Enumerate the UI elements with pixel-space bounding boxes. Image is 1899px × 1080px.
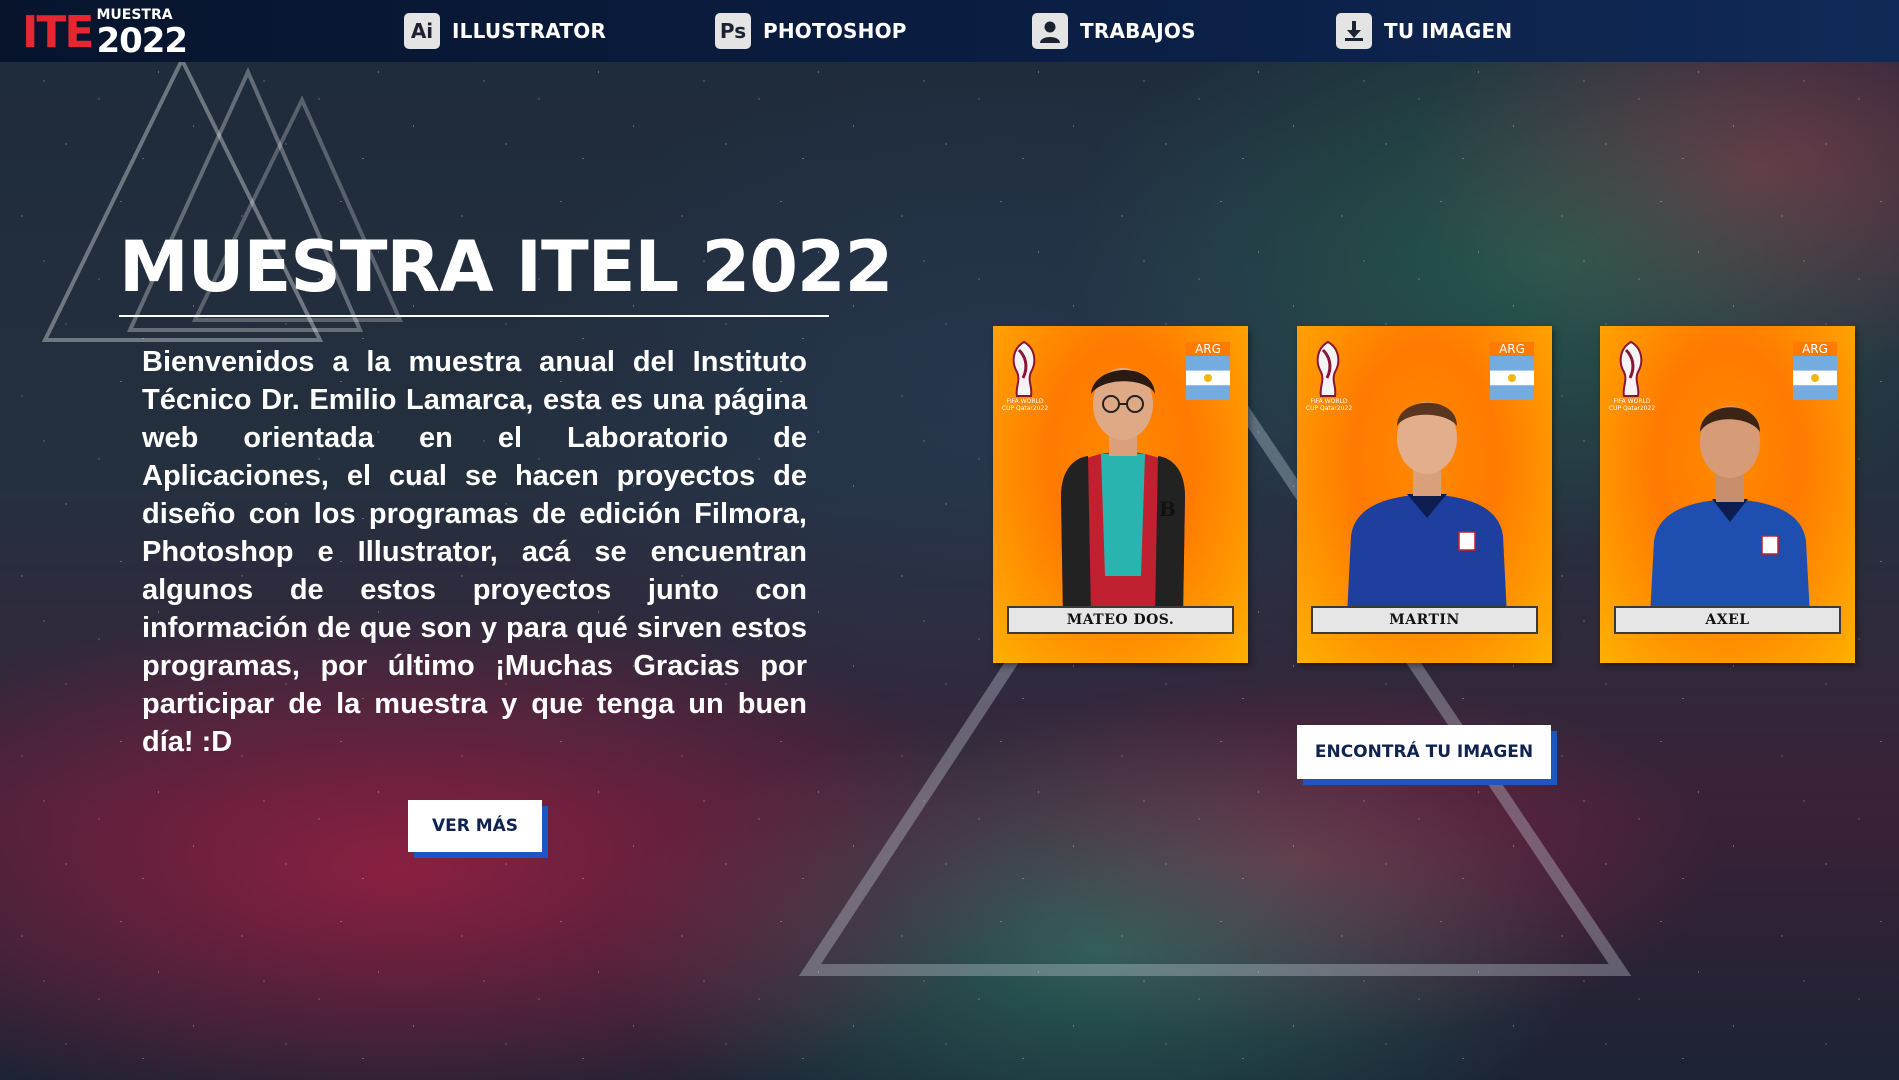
hero-title: MUESTRA ITEL 2022	[119, 226, 893, 308]
student-photo-axel	[1650, 406, 1810, 616]
student-card-3[interactable]: FIFA WORLD CUP Qatar2022 ARG AXEL	[1600, 326, 1855, 663]
download-icon	[1336, 13, 1372, 49]
nav-label-photoshop: PHOTOSHOP	[763, 19, 907, 43]
ver-mas-button[interactable]: VER MÁS	[408, 800, 542, 852]
card-name-banner: MATEO DOS.	[1007, 606, 1234, 634]
nav-item-trabajos[interactable]: TRABAJOS	[1032, 13, 1196, 49]
card-cup-text: FIFA WORLD CUP Qatar2022	[1001, 398, 1049, 412]
card-cup-text: FIFA WORLD CUP Qatar2022	[1608, 398, 1656, 412]
site-logo[interactable]: ITE MUESTRA 2022	[22, 4, 188, 61]
world-cup-trophy-icon	[1619, 340, 1643, 397]
illustrator-icon: Ai	[404, 13, 440, 49]
logo-subtitle: MUESTRA	[96, 7, 173, 23]
logo-year: 2022	[96, 21, 188, 61]
student-card-2[interactable]: FIFA WORLD CUP Qatar2022 ARG MARTIN	[1297, 326, 1552, 663]
card-cup-text: FIFA WORLD CUP Qatar2022	[1305, 398, 1353, 412]
card-name-banner: AXEL	[1614, 606, 1841, 634]
nav-label-trabajos: TRABAJOS	[1080, 19, 1196, 43]
encontra-tu-imagen-button[interactable]: ENCONTRÁ TU IMAGEN	[1297, 725, 1551, 779]
student-card-1[interactable]: FIFA WORLD CUP Qatar2022 ARG B MATEO DOS…	[993, 326, 1248, 663]
title-divider	[119, 315, 829, 317]
logo-ite-mark: ITE	[22, 7, 94, 58]
nav-item-photoshop[interactable]: Ps PHOTOSHOP	[715, 13, 907, 49]
hero-description: Bienvenidos a la muestra anual del Insti…	[142, 346, 807, 758]
svg-text:B: B	[1159, 497, 1176, 521]
world-cup-trophy-icon	[1316, 340, 1340, 397]
student-photo-mateo: B	[1061, 368, 1185, 616]
student-photo-martin	[1347, 402, 1507, 616]
card-name-banner: MARTIN	[1311, 606, 1538, 634]
top-navbar: ITE MUESTRA 2022 Ai ILLUSTRATOR Ps PHOTO…	[0, 0, 1899, 62]
nav-label-illustrator: ILLUSTRATOR	[452, 19, 607, 43]
photoshop-icon: Ps	[715, 13, 751, 49]
nav-item-illustrator[interactable]: Ai ILLUSTRATOR	[404, 13, 606, 49]
world-cup-trophy-icon	[1012, 340, 1036, 397]
nav-item-tu-imagen[interactable]: TU IMAGEN	[1336, 13, 1512, 49]
nav-label-tu-imagen: TU IMAGEN	[1384, 19, 1513, 43]
user-icon	[1032, 13, 1068, 49]
